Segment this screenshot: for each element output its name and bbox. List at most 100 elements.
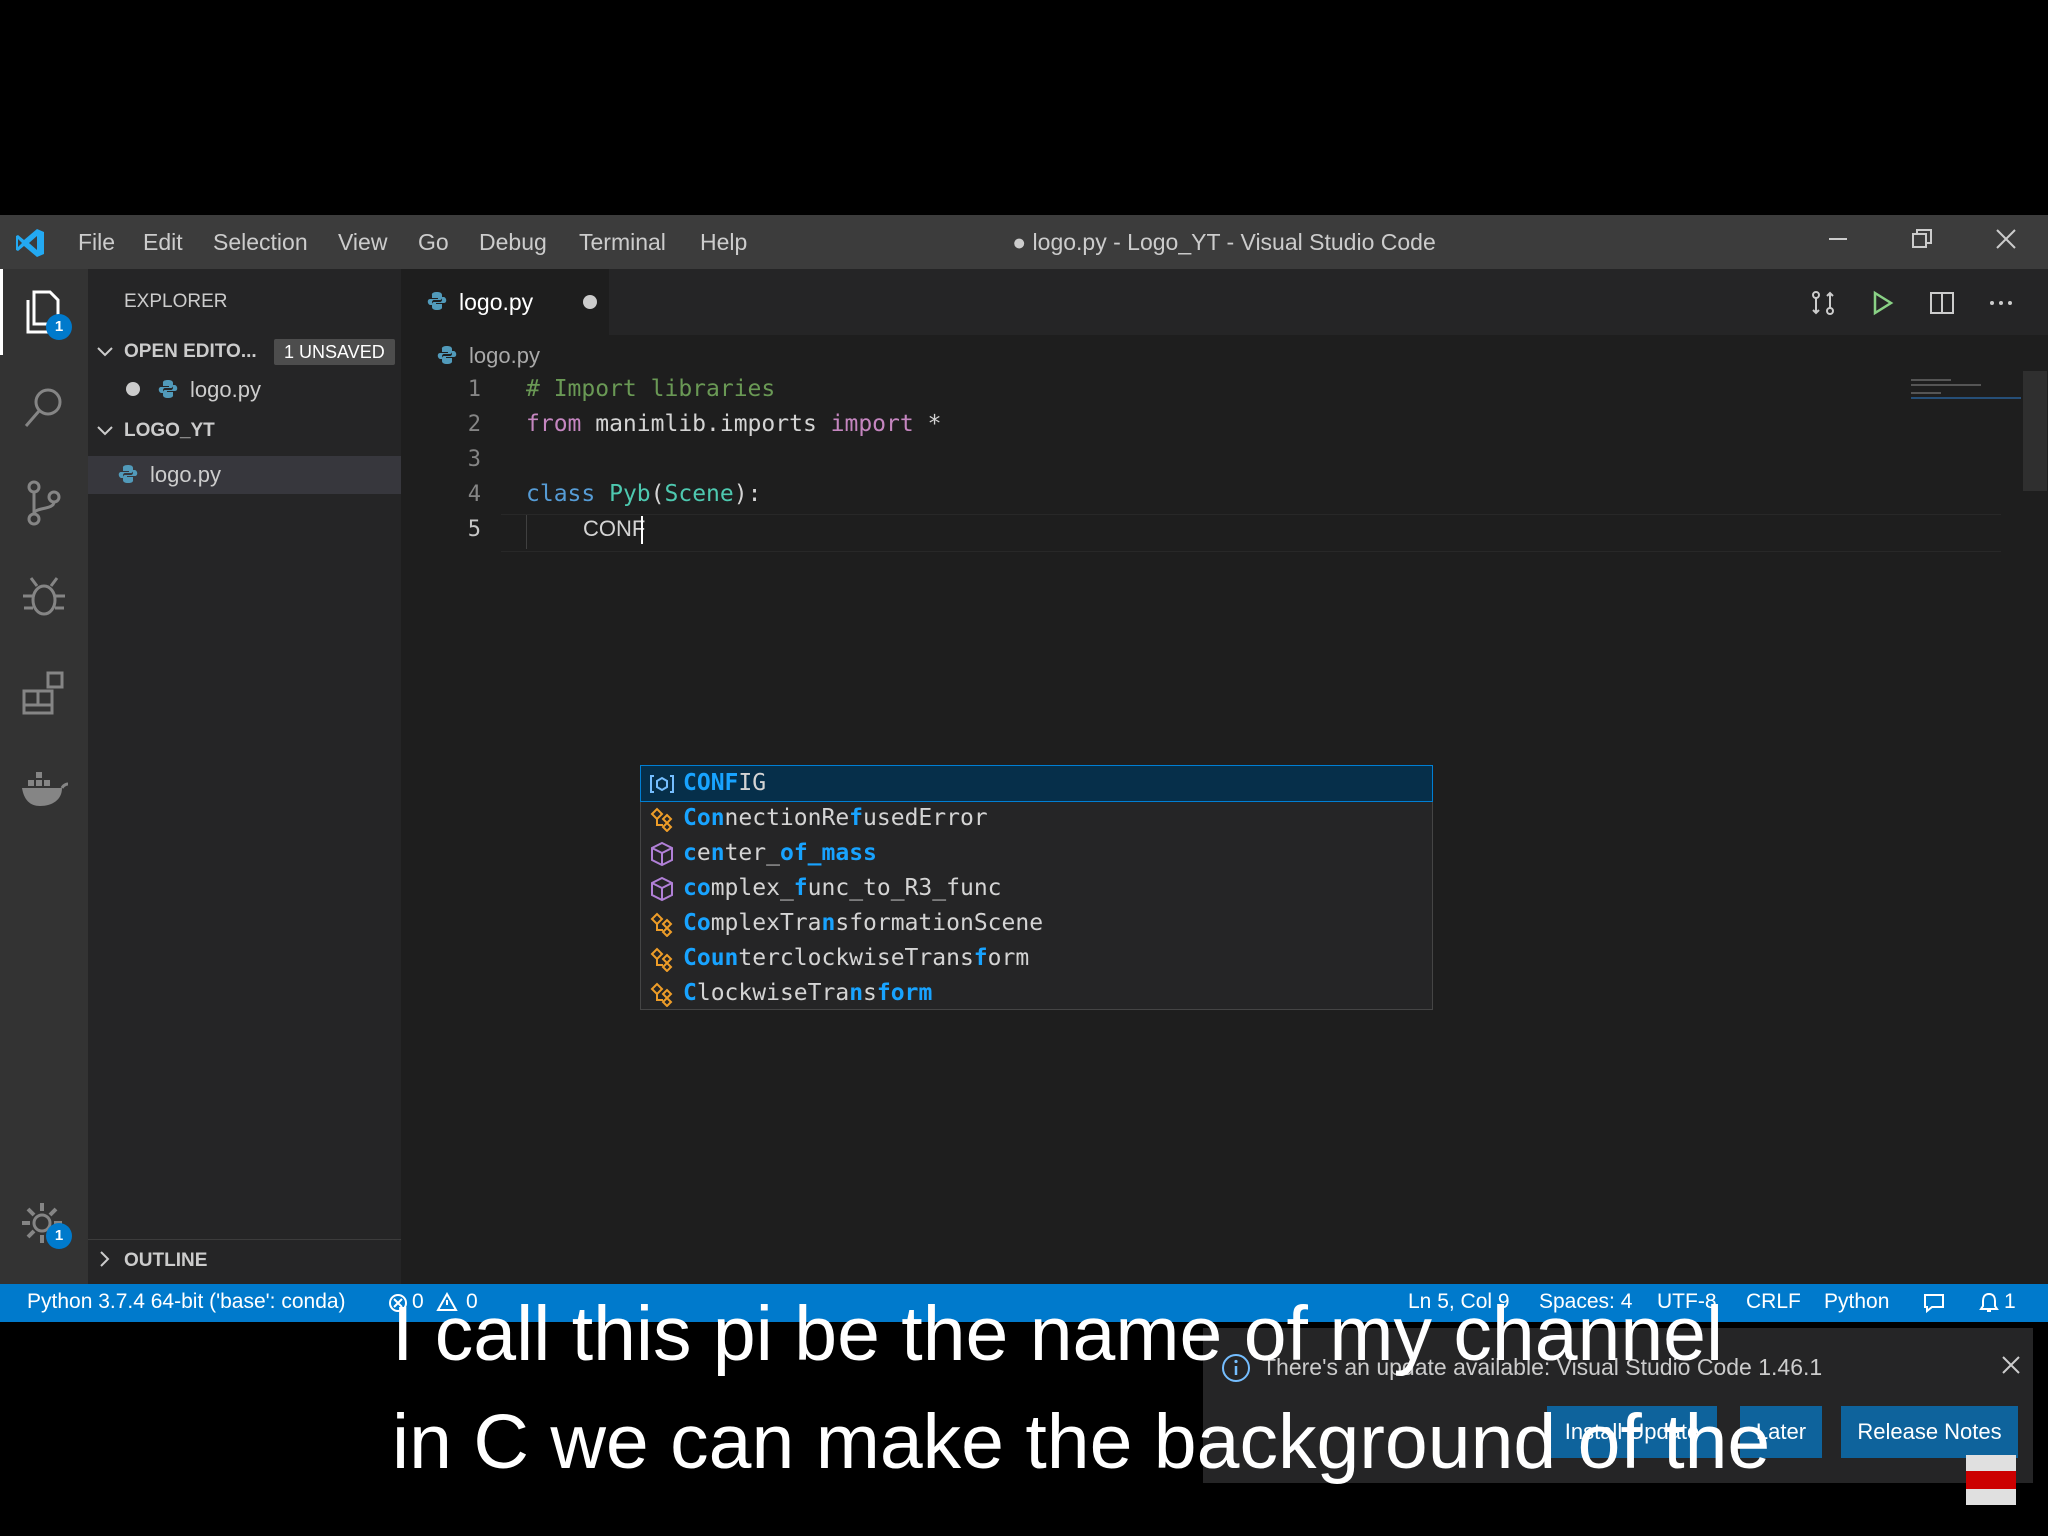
code-line-4[interactable]: class Pyb(Scene): xyxy=(526,481,761,507)
python-interpreter[interactable]: Python 3.7.4 64-bit ('base': conda) xyxy=(27,1290,346,1314)
restore-button[interactable] xyxy=(1902,227,1942,257)
suggestion-text: lockwiseTra xyxy=(696,980,850,1006)
close-window-button[interactable] xyxy=(1986,227,2026,257)
file-tree-item[interactable]: logo.py xyxy=(88,456,401,494)
suggestion-text: IG xyxy=(738,770,767,796)
operator-token: * xyxy=(913,411,942,437)
folder-section-header[interactable]: LOGO_YT xyxy=(88,414,401,448)
minimap[interactable] xyxy=(1911,377,2021,407)
keyword-token: import xyxy=(830,411,914,437)
line-number: 4 xyxy=(467,482,481,507)
suggestion-item[interactable]: center_of_mass xyxy=(641,836,1432,871)
suggestion-match: n xyxy=(710,840,725,866)
suggestion-text: e xyxy=(696,840,711,866)
code-line-2[interactable]: from manimlib.imports import * xyxy=(526,411,941,437)
settings-badge: 1 xyxy=(46,1223,72,1249)
suggestion-match: form xyxy=(876,980,933,1006)
suggestion-match: Con xyxy=(683,805,725,831)
chevron-right-icon xyxy=(100,1251,110,1267)
close-icon[interactable] xyxy=(2000,1354,2022,1376)
scrollbar-thumb[interactable] xyxy=(2023,371,2047,491)
suggestion-match: C xyxy=(683,980,697,1006)
indent-guide xyxy=(526,515,527,549)
tab-label: logo.py xyxy=(459,289,534,315)
python-file-icon xyxy=(158,380,178,398)
class-icon xyxy=(650,912,673,937)
suggestion-text: unc_to_R3_func xyxy=(807,875,1002,901)
suggestion-text: mplexTra xyxy=(710,910,822,936)
outline-section-header[interactable]: OUTLINE xyxy=(88,1239,401,1280)
minimize-icon xyxy=(1829,238,1847,240)
python-file-icon xyxy=(437,346,457,364)
suggestion-item[interactable]: CounterclockwiseTransform xyxy=(641,941,1432,976)
suggestion-item[interactable]: ConnectionRefusedError xyxy=(641,801,1432,836)
class-icon xyxy=(650,982,673,1007)
base-class-token: Scene xyxy=(664,481,734,507)
tab-bar: logo.py xyxy=(401,269,2048,335)
suggestion-text: s xyxy=(863,980,877,1006)
field-icon xyxy=(650,775,674,793)
open-editors-section-header[interactable]: OPEN EDITO... 1 UNSAVED xyxy=(88,335,401,369)
run-icon[interactable] xyxy=(1868,289,1896,317)
suggestion-match: n xyxy=(849,980,864,1006)
line-number: 2 xyxy=(467,412,481,437)
debug-button[interactable] xyxy=(18,572,70,624)
docker-icon xyxy=(22,772,69,806)
explorer-button[interactable]: 1 xyxy=(18,286,72,340)
search-icon xyxy=(24,388,62,427)
chevron-down-icon xyxy=(97,347,113,357)
code-line-1[interactable]: # Import libraries xyxy=(526,376,775,402)
split-editor-icon[interactable] xyxy=(1928,289,1956,317)
bug-icon xyxy=(23,577,65,616)
window-title: ● logo.py - Logo_YT - Visual Studio Code xyxy=(1012,229,1436,255)
python-file-icon xyxy=(427,292,447,310)
breadcrumb-file: logo.py xyxy=(469,343,540,368)
suggestion-item[interactable]: ComplexTransformationScene xyxy=(641,906,1432,941)
explorer-sidebar: EXPLORER OPEN EDITO... 1 UNSAVED logo.py… xyxy=(88,269,401,1284)
class-icon xyxy=(650,947,673,972)
module-token: manimlib.imports xyxy=(581,411,831,437)
release-notes-button[interactable]: Release Notes xyxy=(1841,1406,2018,1458)
text-cursor xyxy=(641,516,643,544)
minimize-button[interactable] xyxy=(1818,227,1858,257)
bell-icon[interactable] xyxy=(1978,1291,2000,1315)
suggestion-item[interactable]: ClockwiseTransform xyxy=(641,976,1432,1011)
open-changes-icon[interactable] xyxy=(1809,289,1837,317)
suggestion-text: ter_ xyxy=(724,840,780,866)
suggestion-item[interactable]: complex_func_to_R3_func xyxy=(641,871,1432,906)
restore-icon xyxy=(1912,229,1932,248)
explorer-badge: 1 xyxy=(46,314,72,340)
unsaved-dot-icon xyxy=(126,382,140,396)
extensions-button[interactable] xyxy=(18,667,70,719)
subscribe-watermark[interactable] xyxy=(1966,1455,2016,1505)
more-actions-icon[interactable] xyxy=(1987,289,2015,317)
language-mode[interactable]: Python xyxy=(1824,1290,1889,1314)
unsaved-dot-icon[interactable] xyxy=(583,295,597,309)
docker-button[interactable] xyxy=(18,762,70,814)
end-of-line[interactable]: CRLF xyxy=(1746,1290,1801,1314)
unsaved-badge: 1 UNSAVED xyxy=(274,339,395,365)
suggestion-item[interactable]: CONFIG xyxy=(640,765,1433,802)
open-editor-item[interactable]: logo.py xyxy=(88,373,401,407)
notification-count: 1 xyxy=(2004,1290,2016,1313)
activity-bar: 1 1 xyxy=(0,269,88,1284)
suggestion-text: terclockwiseTrans xyxy=(738,945,974,971)
suggestion-match: f xyxy=(849,805,864,831)
search-button[interactable] xyxy=(18,382,70,434)
suggestion-text: nectionRe xyxy=(724,805,850,831)
chevron-down-icon xyxy=(97,426,113,436)
module-icon xyxy=(651,841,673,867)
manage-button[interactable]: 1 xyxy=(18,1199,72,1251)
source-control-button[interactable] xyxy=(18,477,70,529)
suggestion-match: Co xyxy=(683,910,711,936)
tab-logo-py[interactable]: logo.py xyxy=(401,269,609,335)
suggestion-match: Coun xyxy=(683,945,739,971)
code-line-5[interactable]: CONF xyxy=(583,516,645,542)
caption-line-2: in C we can make the background of the xyxy=(392,1399,1771,1485)
feedback-icon[interactable] xyxy=(1922,1292,1946,1314)
current-line-highlight xyxy=(501,514,2001,552)
line-number: 1 xyxy=(467,377,481,402)
python-file-icon xyxy=(118,465,138,483)
vscode-window: File Edit Selection View Go Debug Termin… xyxy=(0,215,2048,1483)
suggest-widget[interactable]: CONFIG ConnectionRefusedError center_of_… xyxy=(640,765,1433,1010)
